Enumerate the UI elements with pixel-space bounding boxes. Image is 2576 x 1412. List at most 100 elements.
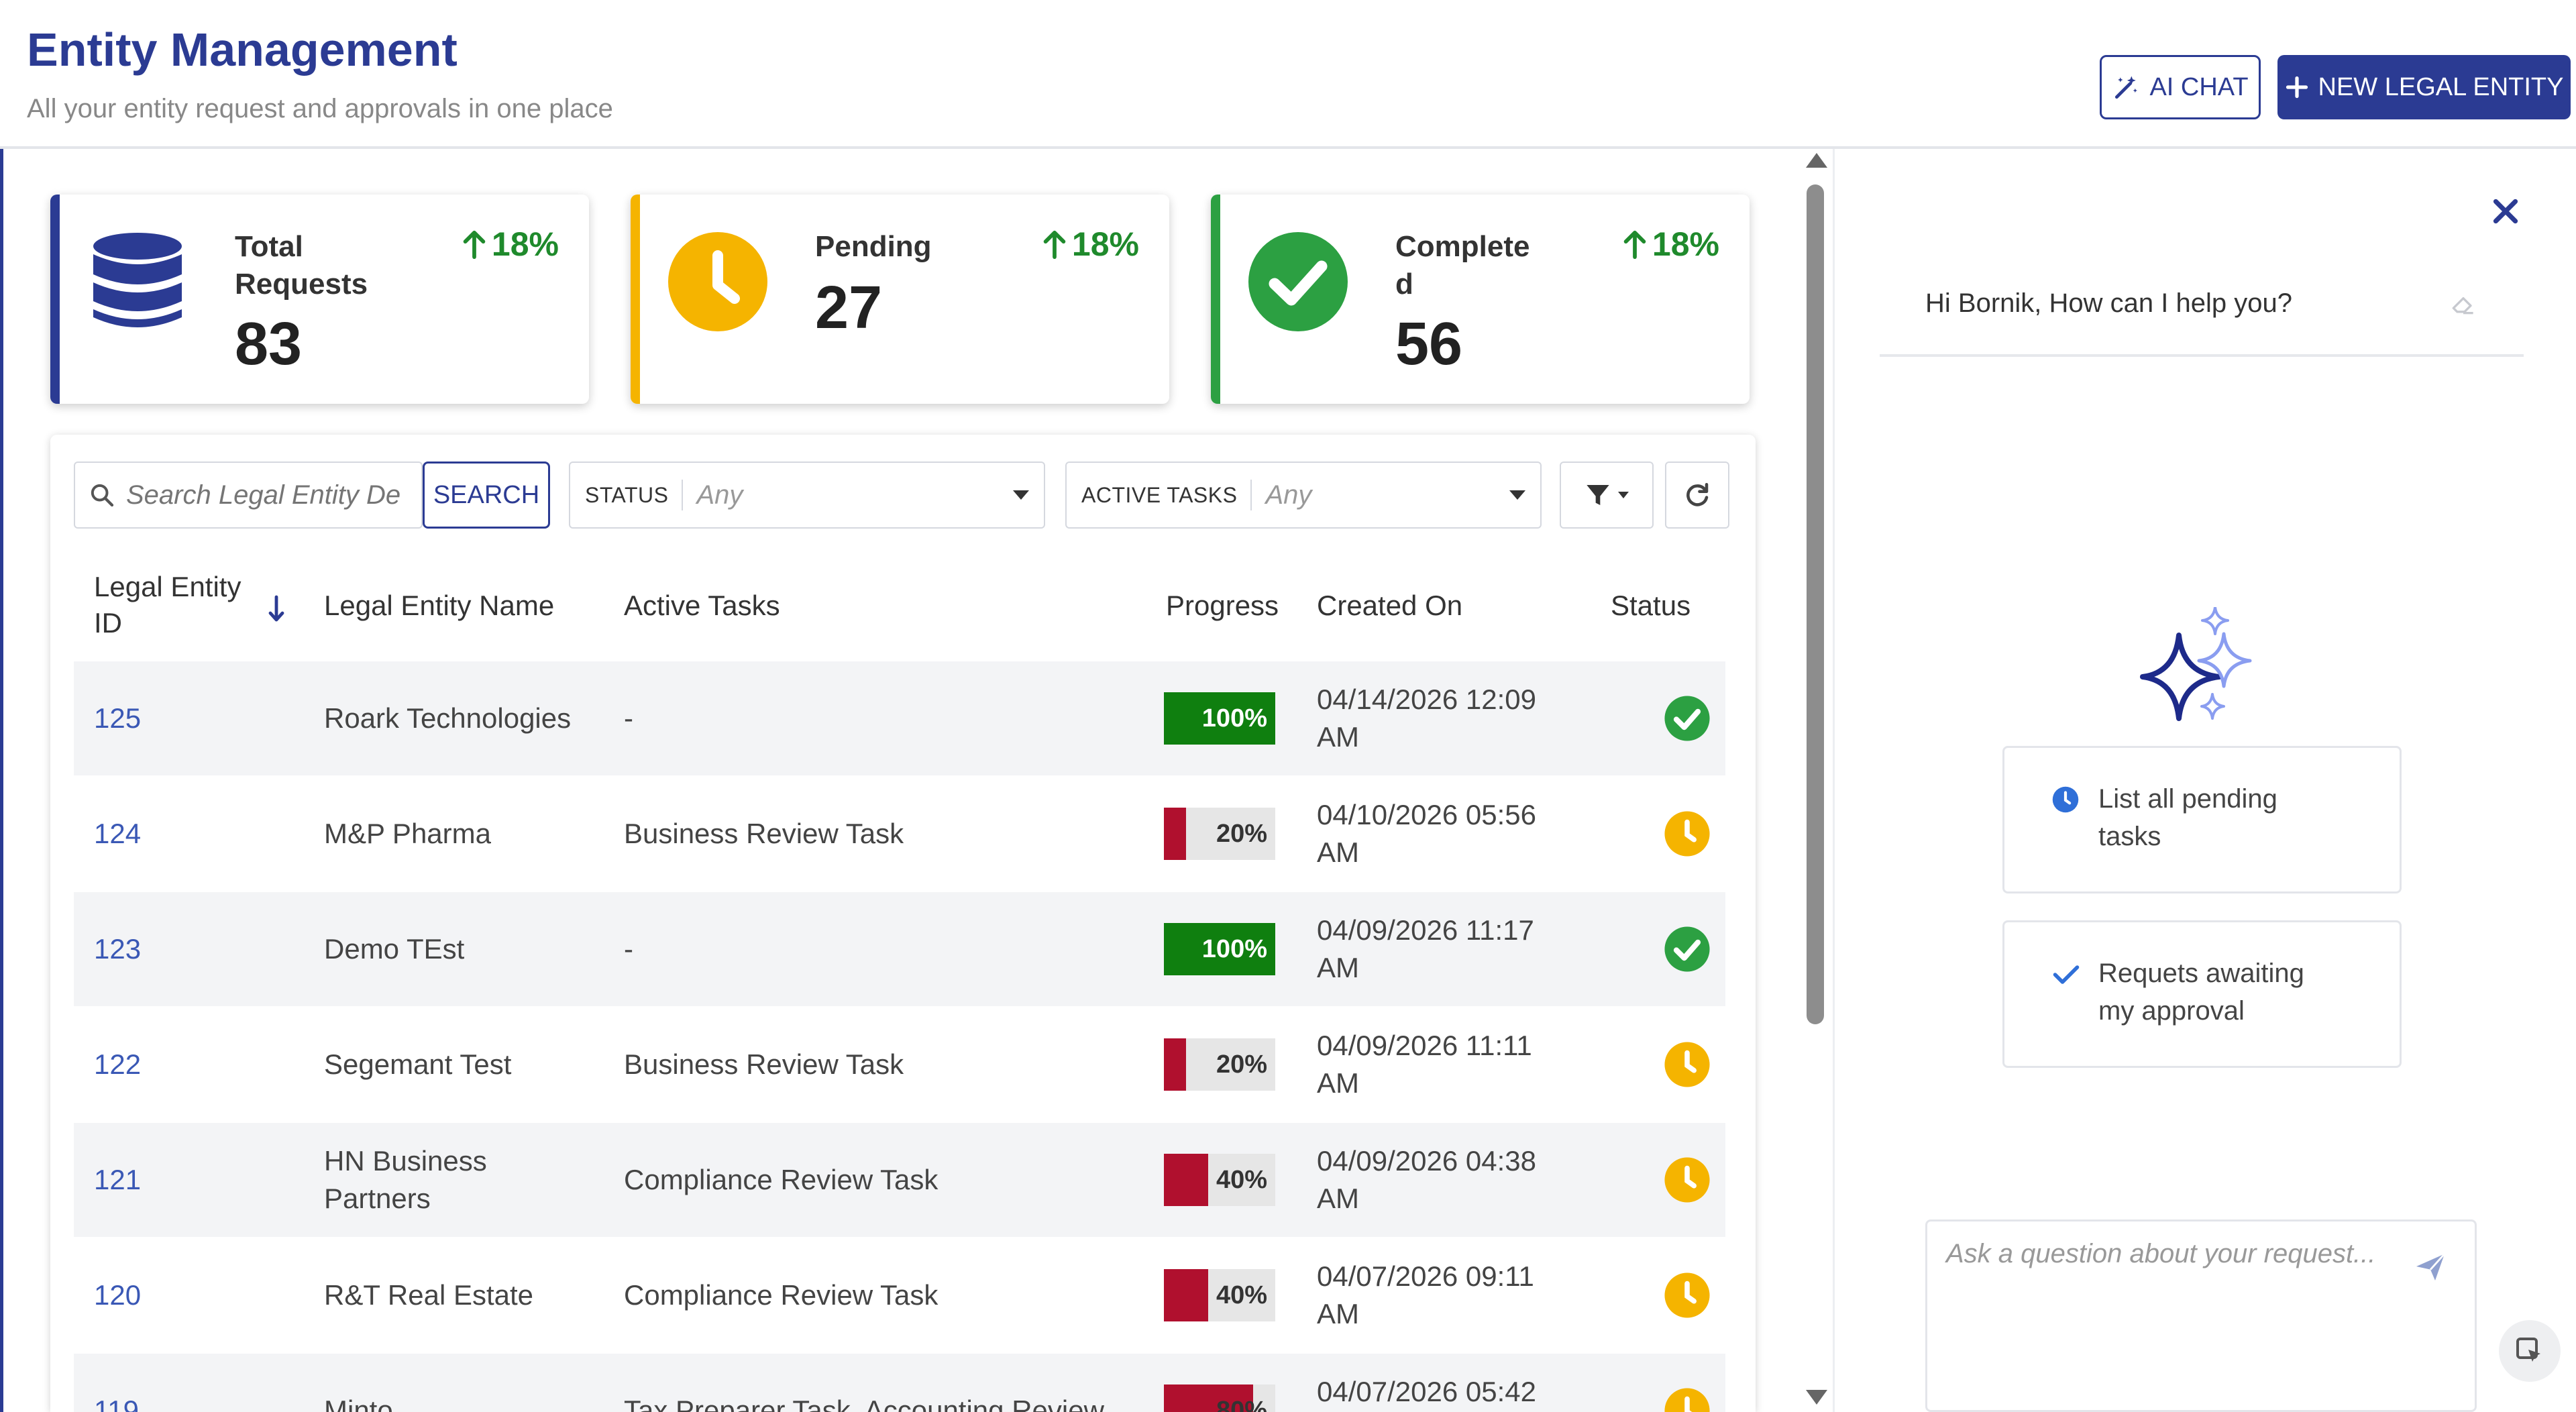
table-row[interactable]: 119 Minto Tax Preparer Task, Accounting … [74, 1354, 1725, 1412]
new-legal-entity-button[interactable]: NEW LEGAL ENTITY [2277, 55, 2571, 119]
status-pending-icon [1664, 1272, 1710, 1318]
sort-descending-icon[interactable] [268, 594, 284, 624]
close-icon[interactable] [2489, 195, 2522, 228]
status-filter-dropdown[interactable]: STATUS Any [569, 461, 1045, 529]
entity-name: Minto [324, 1392, 393, 1412]
created-on-date: 04/09/2026 04:38 [1317, 1145, 1536, 1177]
select-cursor-button[interactable] [2499, 1320, 2561, 1382]
created-on-date: 04/09/2026 11:11 [1317, 1030, 1532, 1061]
card-label: Complete d [1395, 228, 1597, 303]
progress-label: 20% [1216, 820, 1267, 848]
card-value: 27 [815, 274, 883, 341]
scroll-up-arrow[interactable] [1806, 153, 1827, 168]
table-row[interactable]: 120 R&T Real Estate Compliance Review Ta… [74, 1238, 1725, 1352]
entity-name: HN Business Partners [324, 1142, 487, 1217]
column-header-line: ID [94, 607, 122, 639]
ai-chat-button[interactable]: AI CHAT [2100, 55, 2261, 119]
table-row[interactable]: 121 HN Business Partners Compliance Revi… [74, 1123, 1725, 1237]
new-legal-entity-label: NEW LEGAL ENTITY [2318, 72, 2564, 101]
entity-id-link[interactable]: 124 [94, 815, 141, 853]
card-accent-bar [50, 195, 60, 404]
active-tasks: Compliance Review Task [624, 1279, 938, 1311]
send-icon[interactable] [2412, 1248, 2449, 1285]
table-row[interactable]: 124 M&P Pharma Business Review Task 20% … [74, 777, 1725, 891]
created-on-time: AM [1317, 721, 1359, 753]
scroll-down-arrow[interactable] [1806, 1390, 1827, 1405]
clock-icon [664, 228, 771, 335]
entity-id-link[interactable]: 125 [94, 700, 141, 737]
created-on-time: AM [1317, 952, 1359, 983]
column-header-id[interactable]: Legal Entity ID [94, 569, 241, 641]
database-icon [84, 228, 191, 335]
status-complete-icon [1664, 926, 1710, 972]
active-tasks-filter-dropdown[interactable]: ACTIVE TASKS Any [1065, 461, 1542, 529]
suggestion-awaiting-approval[interactable]: Requets awaiting my approval [2002, 920, 2402, 1068]
entity-id-link[interactable]: 119 [94, 1392, 139, 1412]
progress-bar: 80% [1164, 1384, 1275, 1412]
left-accent-bar [0, 0, 3, 1412]
card-trend: 18% [461, 225, 559, 264]
suggestion-line: List all pending [2098, 784, 2277, 814]
active-tasks: Compliance Review Task [624, 1164, 938, 1195]
table-row[interactable]: 123 Demo TEst - 100% 04/09/2026 11:17 AM [74, 892, 1725, 1006]
progress-label: 40% [1216, 1166, 1267, 1194]
arrow-up-icon [1043, 230, 1066, 260]
suggestion-list-pending[interactable]: List all pending tasks [2002, 746, 2402, 893]
created-on: 04/07/2026 09:11 AM [1317, 1258, 1534, 1333]
search-input[interactable] [125, 479, 416, 511]
eraser-icon[interactable] [2449, 288, 2478, 318]
card-accent-bar [631, 195, 640, 404]
entity-id-link[interactable]: 122 [94, 1046, 141, 1083]
entity-name: Roark Technologies [324, 700, 571, 737]
progress-fill [1164, 808, 1187, 860]
active-tasks: Business Review Task [624, 1048, 904, 1080]
chevron-down-icon [1509, 490, 1525, 500]
search-box[interactable] [74, 461, 423, 529]
card-value: 83 [235, 311, 303, 378]
search-button[interactable]: SEARCH [423, 461, 550, 529]
created-on: 04/10/2026 05:56 AM [1317, 796, 1536, 871]
created-on-date: 04/07/2026 09:11 [1317, 1260, 1534, 1292]
scrollbar-thumb[interactable] [1807, 184, 1824, 1024]
card-label-line: Requests [235, 268, 368, 301]
table-row[interactable]: 122 Segemant Test Business Review Task 2… [74, 1008, 1725, 1122]
filter-menu-button[interactable] [1560, 461, 1654, 529]
created-on-time: AM [1317, 1298, 1359, 1329]
entity-name-line: HN Business [324, 1145, 487, 1177]
progress-fill [1164, 1154, 1209, 1206]
table-header: Legal Entity ID Legal Entity Name Active… [74, 562, 1725, 649]
column-header-status[interactable]: Status [1611, 588, 1690, 624]
stat-card-total: Total Requests 83 18% [50, 195, 589, 404]
progress-bar: 20% [1164, 808, 1275, 860]
panel-divider [1833, 149, 1835, 1412]
created-on-date: 04/09/2026 11:17 [1317, 914, 1534, 946]
column-header-active-tasks[interactable]: Active Tasks [624, 588, 780, 624]
card-label: Pending [815, 228, 1016, 266]
progress-bar: 40% [1164, 1269, 1275, 1321]
entity-id-link[interactable]: 121 [94, 1161, 141, 1199]
column-header-created-on[interactable]: Created On [1317, 588, 1462, 624]
created-on: 04/09/2026 11:17 AM [1317, 912, 1534, 987]
chat-input[interactable]: Ask a question about your request... [1925, 1219, 2477, 1412]
column-header-progress[interactable]: Progress [1166, 588, 1279, 624]
filter-bar: SEARCH STATUS Any ACTIVE TASKS Any [74, 461, 1737, 529]
entity-id-link[interactable]: 123 [94, 930, 141, 968]
card-value: 56 [1395, 311, 1463, 378]
suggestion-text: List all pending tasks [2098, 780, 2367, 855]
arrow-up-icon [463, 230, 486, 260]
card-accent-bar [1211, 195, 1220, 404]
column-header-name[interactable]: Legal Entity Name [324, 588, 554, 624]
table-row[interactable]: 125 Roark Technologies - 100% 04/14/2026… [74, 661, 1725, 775]
cursor-select-icon [2516, 1338, 2540, 1362]
chat-divider [1880, 354, 2524, 357]
active-tasks: Tax Preparer Task, Accounting Review [624, 1395, 1104, 1412]
created-on: 04/09/2026 11:11 AM [1317, 1027, 1532, 1102]
card-label-line: Pending [815, 230, 932, 263]
card-label-line: d [1395, 268, 1413, 301]
entity-id-link[interactable]: 120 [94, 1277, 141, 1314]
created-on-date: 04/14/2026 12:09 [1317, 684, 1536, 715]
active-tasks: - [624, 702, 633, 734]
card-label: Total Requests [235, 228, 436, 303]
refresh-button[interactable] [1665, 461, 1729, 529]
dropdown-separator [682, 480, 684, 510]
